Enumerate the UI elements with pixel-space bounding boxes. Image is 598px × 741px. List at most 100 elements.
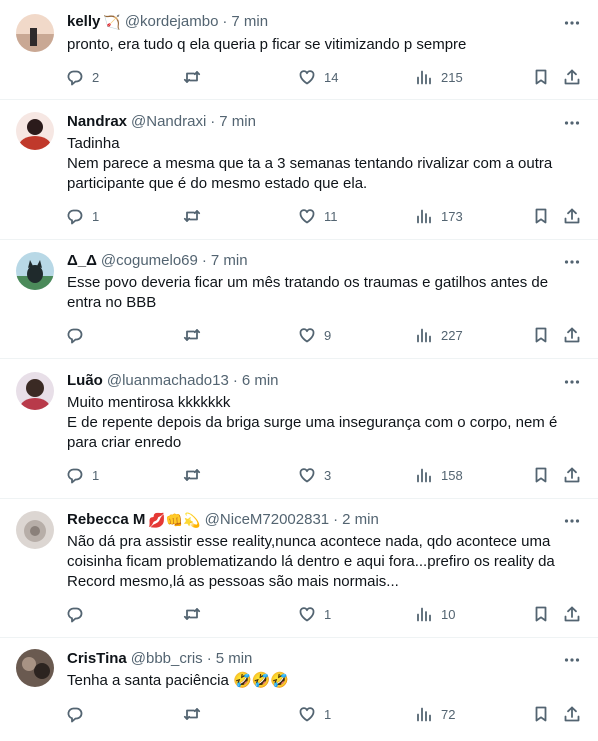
display-name[interactable]: kelly xyxy=(67,12,100,32)
share-button[interactable] xyxy=(563,701,581,727)
like-button[interactable]: 1 xyxy=(298,701,331,727)
display-name[interactable]: Luão xyxy=(67,371,103,391)
retweet-button[interactable] xyxy=(183,322,209,348)
tweet-text: pronto, era tudo q ela queria p ficar se… xyxy=(67,36,467,53)
more-options-icon[interactable] xyxy=(562,511,582,531)
retweet-icon xyxy=(183,71,201,83)
views-button[interactable]: 227 xyxy=(415,322,463,348)
like-count: 11 xyxy=(324,208,338,224)
action-bar: 9 227 xyxy=(60,322,585,348)
tweet-text: Não dá pra assistir esse reality,nunca a… xyxy=(67,533,555,590)
views-button[interactable]: 215 xyxy=(415,64,463,90)
separator-dot: · xyxy=(232,372,238,389)
like-button[interactable]: 11 xyxy=(298,203,338,229)
like-button[interactable]: 14 xyxy=(298,64,338,90)
share-button[interactable] xyxy=(563,203,581,229)
tweet[interactable]: Δ_Δ @cogumelo69 · 7 min Esse povo deveri… xyxy=(0,240,598,359)
tweet-header: Δ_Δ @cogumelo69 · 7 min xyxy=(67,251,248,271)
avatar[interactable] xyxy=(16,649,54,687)
more-options-icon[interactable] xyxy=(562,252,582,272)
reply-button[interactable] xyxy=(66,601,92,627)
tweet-header: kelly 🏹 @kordejambo · 7 min xyxy=(67,12,268,32)
share-icon xyxy=(564,606,580,622)
handle[interactable]: @Nandraxi xyxy=(131,112,206,132)
view-count: 173 xyxy=(441,208,463,224)
like-button[interactable]: 1 xyxy=(298,601,331,627)
retweet-button[interactable] xyxy=(183,601,209,627)
views-chart-icon xyxy=(417,328,431,343)
handle[interactable]: @kordejambo xyxy=(125,12,219,32)
retweet-button[interactable] xyxy=(183,203,209,229)
timestamp[interactable]: 7 min xyxy=(211,251,248,271)
timestamp[interactable]: 7 min xyxy=(219,112,256,132)
reply-button[interactable]: 2 xyxy=(66,64,99,90)
views-button[interactable]: 173 xyxy=(415,203,463,229)
reply-button[interactable] xyxy=(66,322,92,348)
more-options-icon[interactable] xyxy=(562,113,582,133)
like-button[interactable]: 3 xyxy=(298,462,331,488)
more-options-icon[interactable] xyxy=(562,13,582,33)
tweet[interactable]: Rebecca M 💋👊💫 @NiceM72002831 · 2 min Não… xyxy=(0,499,598,638)
share-button[interactable] xyxy=(563,462,581,488)
handle[interactable]: @NiceM72002831 xyxy=(205,510,329,530)
avatar[interactable] xyxy=(16,112,54,150)
avatar[interactable] xyxy=(16,14,54,52)
share-icon xyxy=(564,706,580,722)
share-button[interactable] xyxy=(563,64,581,90)
display-name[interactable]: Nandrax xyxy=(67,112,127,132)
bookmark-button[interactable] xyxy=(532,701,550,727)
tweet[interactable]: Luão @luanmachado13 · 6 min Muito mentir… xyxy=(0,359,598,499)
more-options-icon[interactable] xyxy=(562,372,582,392)
views-button[interactable]: 72 xyxy=(415,701,455,727)
bookmark-button[interactable] xyxy=(532,322,550,348)
like-button[interactable]: 9 xyxy=(298,322,331,348)
separator-dot: · xyxy=(333,511,339,528)
tweet[interactable]: kelly 🏹 @kordejambo · 7 min pronto, era … xyxy=(0,0,598,100)
view-count: 227 xyxy=(441,327,463,343)
reply-button[interactable]: 1 xyxy=(66,462,99,488)
handle[interactable]: @luanmachado13 xyxy=(107,371,229,391)
timestamp[interactable]: 5 min xyxy=(216,649,253,669)
tweet-header: CrisTina @bbb_cris · 5 min xyxy=(67,649,252,669)
timestamp[interactable]: 2 min xyxy=(342,510,379,530)
display-name[interactable]: CrisTina xyxy=(67,649,127,669)
share-button[interactable] xyxy=(563,322,581,348)
more-options-icon[interactable] xyxy=(562,650,582,670)
heart-icon xyxy=(299,209,315,224)
tweet[interactable]: Nandrax @Nandraxi · 7 min Tadinha Nem pa… xyxy=(0,100,598,240)
action-bar: 1 3 158 xyxy=(60,462,585,488)
avatar[interactable] xyxy=(16,511,54,549)
view-count: 72 xyxy=(441,706,456,722)
reply-button[interactable]: 1 xyxy=(66,203,99,229)
share-icon xyxy=(564,467,580,483)
display-name[interactable]: Rebecca M xyxy=(67,510,145,530)
reply-icon xyxy=(67,70,83,86)
retweet-icon xyxy=(183,608,201,620)
tweet-text: Muito mentirosa kkkkkkk E de repente dep… xyxy=(67,394,558,451)
tweet[interactable]: CrisTina @bbb_cris · 5 min Tenha a santa… xyxy=(0,638,598,741)
views-button[interactable]: 10 xyxy=(415,601,455,627)
reply-button[interactable] xyxy=(66,701,92,727)
display-name[interactable]: Δ_Δ xyxy=(67,251,97,271)
timestamp[interactable]: 7 min xyxy=(231,12,268,32)
retweet-button[interactable] xyxy=(183,64,209,90)
bookmark-icon xyxy=(535,606,547,622)
timestamp[interactable]: 6 min xyxy=(242,371,279,391)
bookmark-button[interactable] xyxy=(532,64,550,90)
bookmark-button[interactable] xyxy=(532,203,550,229)
handle[interactable]: @cogumelo69 xyxy=(101,251,198,271)
tweet-text: Tenha a santa paciência 🤣🤣🤣 xyxy=(67,672,289,689)
view-count: 215 xyxy=(441,69,463,85)
avatar[interactable] xyxy=(16,372,54,410)
share-button[interactable] xyxy=(563,601,581,627)
views-chart-icon xyxy=(417,707,431,722)
retweet-button[interactable] xyxy=(183,462,209,488)
separator-dot: · xyxy=(210,113,216,130)
views-button[interactable]: 158 xyxy=(415,462,463,488)
retweet-button[interactable] xyxy=(183,701,209,727)
bookmark-button[interactable] xyxy=(532,601,550,627)
bookmark-button[interactable] xyxy=(532,462,550,488)
bookmark-icon xyxy=(535,706,547,722)
avatar[interactable] xyxy=(16,252,54,290)
handle[interactable]: @bbb_cris xyxy=(131,649,203,669)
